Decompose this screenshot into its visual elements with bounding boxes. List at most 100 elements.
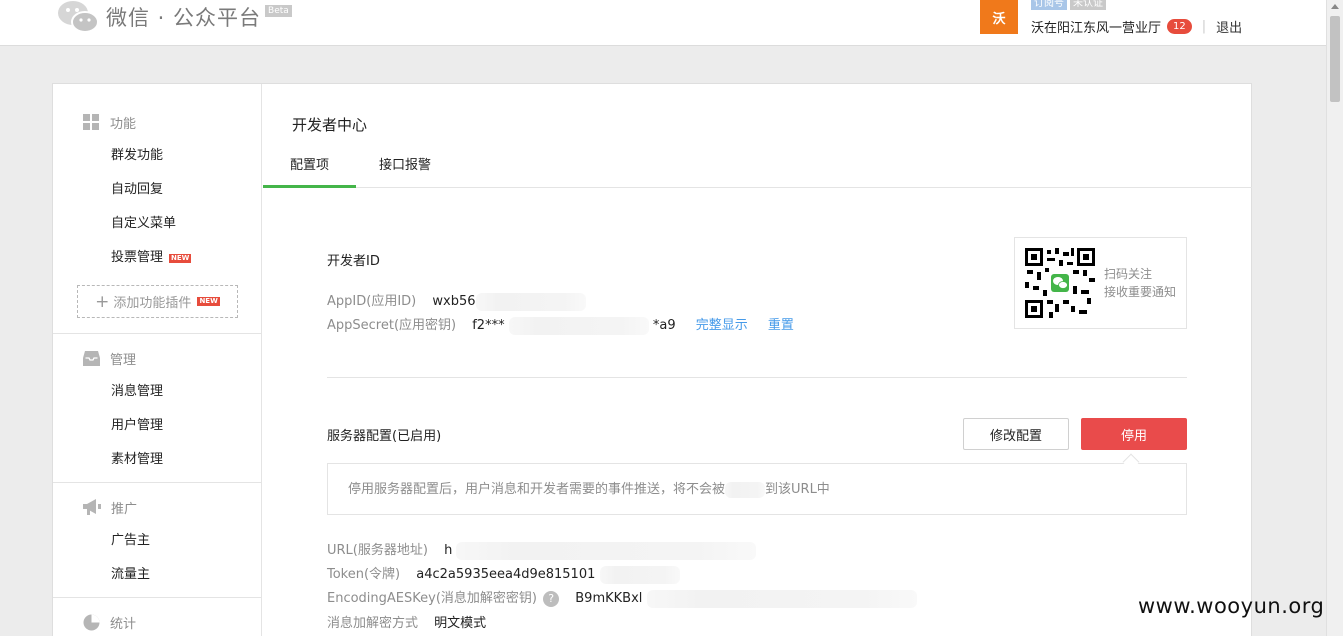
page-scrollbar[interactable] bbox=[1326, 0, 1343, 636]
content-area: 开发者中心 配置项 接口报警 开发者ID AppID(应用ID) wxb56 A… bbox=[263, 84, 1252, 636]
qr-caption: 扫码关注 接收重要通知 bbox=[1104, 265, 1176, 301]
appsecret-value-end: *a9 bbox=[652, 318, 676, 333]
sidebar-divider bbox=[53, 333, 262, 334]
aes-key-label: EncodingAESKey(消息加解密密钥) bbox=[327, 591, 537, 606]
add-plugin-label: 添加功能插件 bbox=[113, 296, 192, 311]
sidebar-item-publisher[interactable]: 流量主 bbox=[53, 558, 262, 592]
header-separator: | bbox=[1201, 19, 1207, 34]
sidebar-section-title: 推广 bbox=[53, 497, 262, 517]
sidebar-item-label: 流量主 bbox=[111, 567, 151, 582]
sidebar-section-label: 功能 bbox=[110, 116, 137, 132]
main-panel: 功能 群发功能 自动回复 自定义菜单 投票管理 NEW + 添加功能插件 NEW bbox=[52, 83, 1252, 636]
token-row: Token(令牌) a4c2a5935eea4d9e815101 bbox=[327, 563, 680, 584]
verify-status-tag: 未认证 bbox=[1070, 0, 1106, 10]
url-row: URL(服务器地址) h bbox=[327, 539, 757, 560]
sidebar-section-label: 推广 bbox=[111, 501, 138, 517]
sidebar-section-label: 管理 bbox=[110, 352, 137, 368]
account-tags: 订阅号 未认证 bbox=[1031, 0, 1106, 10]
new-badge: NEW bbox=[197, 297, 220, 306]
disable-tip-box: 停用服务器配置后，用户消息和开发者需要的事件推送，将不会被 到该URL中 bbox=[327, 463, 1187, 515]
avatar-text: 沃 bbox=[992, 11, 1006, 27]
appsecret-row: AppSecret(应用密钥) f2*** *a9 完整显示 重置 bbox=[327, 314, 794, 335]
pie-icon bbox=[83, 614, 100, 630]
avatar[interactable]: 沃 bbox=[980, 0, 1018, 34]
sidebar-item-custom-menu[interactable]: 自定义菜单 bbox=[53, 207, 262, 241]
reset-secret-link[interactable]: 重置 bbox=[768, 318, 794, 333]
tip-text-start: 停用服务器配置后，用户消息和开发者需要的事件推送，将不会被 bbox=[348, 482, 726, 497]
logout-link[interactable]: 退出 bbox=[1216, 17, 1242, 36]
help-icon[interactable]: ? bbox=[543, 590, 560, 607]
tip-text-end: 到该URL中 bbox=[765, 482, 830, 497]
top-header: 微信 · 公众平台 Beta 沃 订阅号 未认证 沃在阳江东风一营业厅 12 |… bbox=[0, 0, 1326, 46]
url-label: URL(服务器地址) bbox=[327, 543, 428, 558]
scroll-up-icon[interactable] bbox=[1331, 4, 1339, 9]
sidebar-item-auto-reply[interactable]: 自动回复 bbox=[53, 173, 262, 207]
wechat-logo-icon bbox=[58, 1, 99, 33]
sidebar-item-label: 自动回复 bbox=[111, 182, 164, 197]
qr-caption-line: 接收重要通知 bbox=[1104, 285, 1177, 299]
sidebar-item-label: 广告主 bbox=[111, 533, 151, 548]
sidebar-item-label: 群发功能 bbox=[111, 148, 164, 163]
plus-icon: + bbox=[95, 291, 110, 312]
url-value: h bbox=[444, 543, 453, 558]
disable-button[interactable]: 停用 bbox=[1081, 418, 1187, 450]
account-name[interactable]: 沃在阳江东风一营业厅 bbox=[1031, 17, 1161, 36]
tab-alerts[interactable]: 接口报警 bbox=[379, 151, 431, 188]
sidebar-item-materials[interactable]: 素材管理 bbox=[53, 443, 262, 477]
sidebar-section-title: 功能 bbox=[53, 112, 262, 132]
tab-bar: 配置项 接口报警 bbox=[263, 151, 1252, 188]
show-full-link[interactable]: 完整显示 bbox=[696, 318, 748, 333]
account-name-row: 沃在阳江东风一营业厅 12 | 退出 bbox=[1031, 17, 1242, 36]
sidebar-divider bbox=[53, 597, 262, 598]
megaphone-icon bbox=[83, 499, 101, 515]
section-divider bbox=[327, 377, 1187, 378]
edit-config-button[interactable]: 修改配置 bbox=[963, 418, 1069, 450]
aes-key-value: B9mKKBxl bbox=[575, 591, 643, 606]
tab-config[interactable]: 配置项 bbox=[263, 151, 356, 188]
sidebar-section-promotion: 推广 广告主 流量主 bbox=[53, 497, 262, 592]
sidebar-item-users[interactable]: 用户管理 bbox=[53, 409, 262, 443]
account-info: 订阅号 未认证 沃在阳江东风一营业厅 12 | 退出 bbox=[1031, 0, 1261, 40]
account-type-tag: 订阅号 bbox=[1031, 0, 1067, 10]
qr-code-icon bbox=[1025, 248, 1095, 318]
qr-caption-line: 扫码关注 bbox=[1104, 267, 1153, 281]
appid-value: wxb56 bbox=[432, 294, 476, 309]
grid-icon bbox=[83, 113, 99, 130]
watermark: www.wooyun.org bbox=[1138, 594, 1325, 618]
encryption-mode-row: 消息加解密方式 明文模式 bbox=[327, 612, 486, 631]
scroll-thumb[interactable] bbox=[1330, 16, 1340, 102]
logo-text: 微信 · 公众平台 bbox=[106, 6, 262, 30]
appsecret-label: AppSecret(应用密钥) bbox=[327, 318, 457, 333]
sidebar-item-label: 用户管理 bbox=[111, 418, 164, 433]
sidebar-item-vote[interactable]: 投票管理 NEW bbox=[53, 241, 262, 275]
wechat-logo[interactable]: 微信 · 公众平台 Beta bbox=[56, 0, 292, 34]
sidebar-section-functions: 功能 群发功能 自动回复 自定义菜单 投票管理 NEW + 添加功能插件 NEW bbox=[53, 112, 262, 318]
aes-key-row: EncodingAESKey(消息加解密密钥) ? B9mKKBxl bbox=[327, 587, 917, 608]
appsecret-value-start: f2*** bbox=[472, 318, 505, 333]
redacted-blur bbox=[508, 316, 649, 335]
add-plugin-button[interactable]: + 添加功能插件 NEW bbox=[77, 285, 238, 318]
qr-follow-box: 扫码关注 接收重要通知 bbox=[1014, 237, 1187, 329]
server-config-title: 服务器配置(已启用) bbox=[327, 429, 442, 444]
sidebar-section-stats[interactable]: 统计 bbox=[53, 612, 262, 632]
redacted-blur bbox=[646, 589, 917, 608]
sidebar-item-label: 消息管理 bbox=[111, 384, 164, 399]
page-title: 开发者中心 bbox=[292, 116, 368, 134]
token-value: a4c2a5935eea4d9e815101 bbox=[416, 567, 596, 582]
sidebar-item-advertiser[interactable]: 广告主 bbox=[53, 524, 262, 558]
sidebar-divider bbox=[53, 482, 262, 483]
sidebar-section-title: 统计 bbox=[53, 612, 262, 632]
account-area: 沃 订阅号 未认证 沃在阳江东风一营业厅 12 | 退出 bbox=[980, 0, 1261, 40]
beta-badge: Beta bbox=[265, 5, 292, 17]
sidebar-item-mass-send[interactable]: 群发功能 bbox=[53, 139, 262, 173]
sidebar-section-title: 管理 bbox=[53, 348, 262, 368]
new-badge: NEW bbox=[169, 253, 192, 263]
notification-badge[interactable]: 12 bbox=[1167, 19, 1192, 34]
sidebar-item-label: 素材管理 bbox=[111, 452, 164, 467]
encryption-mode-label: 消息加解密方式 bbox=[327, 616, 419, 631]
encryption-mode-value: 明文模式 bbox=[434, 616, 487, 631]
token-label: Token(令牌) bbox=[327, 567, 401, 582]
sidebar: 功能 群发功能 自动回复 自定义菜单 投票管理 NEW + 添加功能插件 NEW bbox=[53, 84, 262, 636]
sidebar-item-messages[interactable]: 消息管理 bbox=[53, 375, 262, 409]
appid-row: AppID(应用ID) wxb56 bbox=[327, 290, 586, 311]
